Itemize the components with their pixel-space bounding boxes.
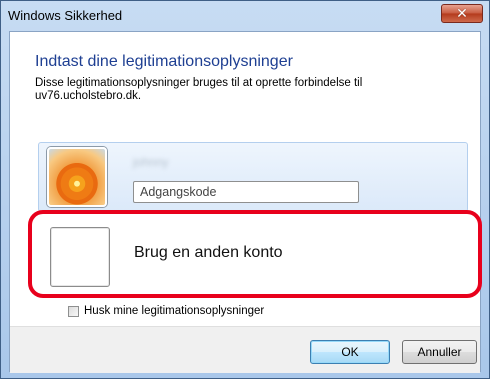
saved-account-tile[interactable]: johnny bbox=[38, 142, 468, 212]
password-input[interactable] bbox=[133, 181, 359, 203]
dialog-description: Disse legitimationsoplysninger bruges ti… bbox=[35, 77, 455, 103]
window-title: Windows Sikkerhed bbox=[8, 8, 123, 23]
user-avatar-icon bbox=[47, 147, 107, 207]
close-button[interactable]: ✕ bbox=[441, 4, 483, 23]
remember-checkbox[interactable] bbox=[68, 305, 79, 317]
close-icon: ✕ bbox=[456, 5, 468, 21]
ok-button[interactable]: OK bbox=[310, 340, 390, 364]
cancel-button[interactable]: Annuller bbox=[402, 340, 477, 364]
windows-security-dialog: Windows Sikkerhed ✕ Indtast dine legitim… bbox=[0, 0, 490, 379]
title-bar[interactable]: Windows Sikkerhed ✕ bbox=[1, 1, 489, 31]
description-line-2: uv76.ucholstebro.dk. bbox=[35, 90, 142, 102]
description-line-1: Disse legitimationsoplysninger bruges ti… bbox=[35, 77, 363, 89]
button-bar: OK Annuller bbox=[10, 326, 480, 373]
remember-credentials[interactable]: Husk mine legitimationsoplysninger bbox=[68, 305, 264, 317]
dialog-heading: Indtast dine legitimationsoplysninger bbox=[35, 53, 293, 70]
dialog-body: Indtast dine legitimationsoplysninger Di… bbox=[9, 31, 482, 373]
remember-label: Husk mine legitimationsoplysninger bbox=[84, 305, 265, 317]
username-label: johnny bbox=[133, 155, 169, 169]
highlight-annotation bbox=[28, 210, 482, 298]
